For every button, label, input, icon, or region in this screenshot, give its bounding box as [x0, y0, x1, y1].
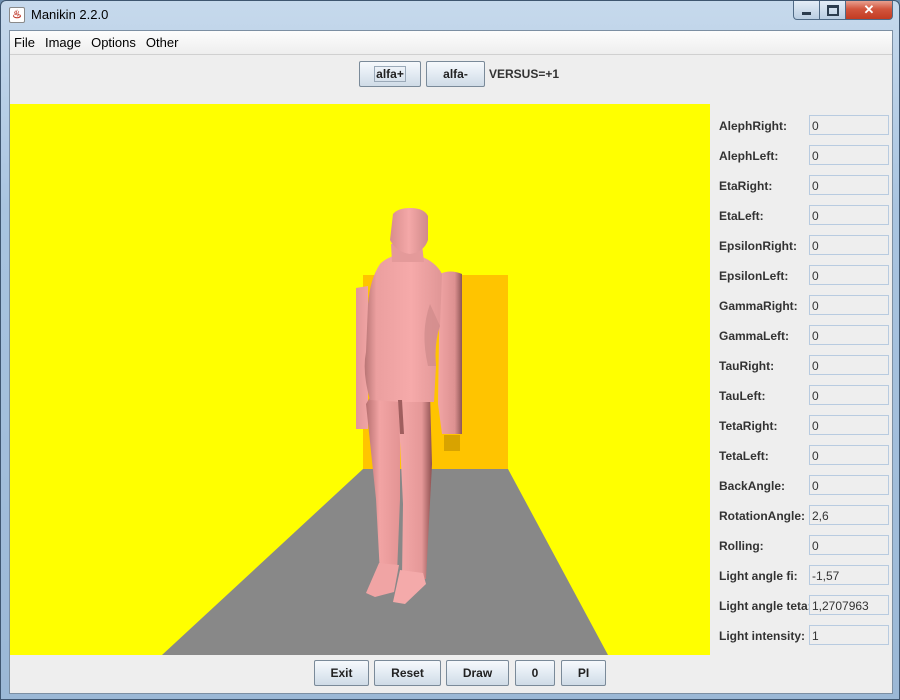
- alfa-plus-label: alfa+: [374, 66, 406, 82]
- param-label: TauLeft:: [719, 389, 766, 403]
- teta-left-field[interactable]: 0: [809, 445, 889, 465]
- param-row-light-angle-fi: Light angle fi: -1,57: [710, 565, 892, 585]
- java-cup-icon: ♨: [9, 7, 25, 23]
- back-angle-field[interactable]: 0: [809, 475, 889, 495]
- maximize-icon: [826, 4, 839, 16]
- param-row-rolling: Rolling: 0: [710, 535, 892, 555]
- param-row-tau-left: TauLeft: 0: [710, 385, 892, 405]
- figure-shadow: [444, 435, 460, 451]
- teta-right-field[interactable]: 0: [809, 415, 889, 435]
- param-label: RotationAngle:: [719, 509, 805, 523]
- aleph-left-field[interactable]: 0: [809, 145, 889, 165]
- menu-other[interactable]: Other: [142, 35, 185, 50]
- tau-right-field[interactable]: 0: [809, 355, 889, 375]
- param-label: BackAngle:: [719, 479, 786, 493]
- param-label: AlephRight:: [719, 119, 787, 133]
- param-label: Rolling:: [719, 539, 764, 553]
- close-button[interactable]: ✕: [846, 1, 893, 20]
- param-row-aleph-left: AlephLeft: 0: [710, 145, 892, 165]
- eta-left-field[interactable]: 0: [809, 205, 889, 225]
- bottom-button-bar: Exit Reset Draw 0 PI: [10, 658, 892, 688]
- param-row-rotation-angle: RotationAngle: 2,6: [710, 505, 892, 525]
- draw-button[interactable]: Draw: [446, 660, 509, 686]
- client-area: File Image Options Other alfa+ alfa- VER…: [9, 30, 893, 694]
- param-row-gamma-left: GammaLeft: 0: [710, 325, 892, 345]
- alfa-plus-button[interactable]: alfa+: [359, 61, 421, 87]
- param-label: EpsilonLeft:: [719, 269, 789, 283]
- minimize-button[interactable]: [793, 1, 820, 20]
- param-row-tau-right: TauRight: 0: [710, 355, 892, 375]
- parameters-panel: AlephRight: 0 AlephLeft: 0 EtaRight: 0 EtaL…: [710, 104, 892, 655]
- figure-right-arm: [438, 271, 462, 434]
- param-row-back-angle: BackAngle: 0: [710, 475, 892, 495]
- window-title: Manikin 2.2.0: [31, 7, 109, 22]
- epsilon-left-field[interactable]: 0: [809, 265, 889, 285]
- rolling-field[interactable]: 0: [809, 535, 889, 555]
- param-row-teta-left: TetaLeft: 0: [710, 445, 892, 465]
- menu-image[interactable]: Image: [41, 35, 87, 50]
- param-row-light-intensity: Light intensity: 1: [710, 625, 892, 645]
- param-label: Light angle fi:: [719, 569, 798, 583]
- menu-file[interactable]: File: [10, 35, 41, 50]
- param-row-eta-right: EtaRight: 0: [710, 175, 892, 195]
- zero-button[interactable]: 0: [515, 660, 555, 686]
- maximize-button[interactable]: [820, 1, 846, 20]
- param-label: AlephLeft:: [719, 149, 779, 163]
- scene-svg: [162, 208, 608, 655]
- param-row-epsilon-right: EpsilonRight: 0: [710, 235, 892, 255]
- epsilon-right-field[interactable]: 0: [809, 235, 889, 255]
- toolbar: alfa+ alfa- VERSUS=+1: [10, 61, 892, 87]
- param-label: EtaRight:: [719, 179, 773, 193]
- param-row-light-angle-teta: Light angle teta: 1,2707963: [710, 595, 892, 615]
- param-label: TetaRight:: [719, 419, 778, 433]
- app-window: ♨ Manikin 2.2.0 ✕ File Image Options Oth…: [0, 0, 900, 700]
- param-label: GammaRight:: [719, 299, 798, 313]
- light-intensity-field[interactable]: 1: [809, 625, 889, 645]
- param-row-teta-right: TetaRight: 0: [710, 415, 892, 435]
- figure-head: [390, 208, 428, 254]
- param-label: EtaLeft:: [719, 209, 764, 223]
- reset-button[interactable]: Reset: [374, 660, 441, 686]
- gamma-right-field[interactable]: 0: [809, 295, 889, 315]
- aleph-right-field[interactable]: 0: [809, 115, 889, 135]
- alfa-minus-button[interactable]: alfa-: [426, 61, 485, 87]
- param-row-epsilon-left: EpsilonLeft: 0: [710, 265, 892, 285]
- rotation-angle-field[interactable]: 2,6: [809, 505, 889, 525]
- param-label: TetaLeft:: [719, 449, 769, 463]
- param-label: Light intensity:: [719, 629, 805, 643]
- param-label: EpsilonRight:: [719, 239, 797, 253]
- tau-left-field[interactable]: 0: [809, 385, 889, 405]
- pi-button[interactable]: PI: [561, 660, 606, 686]
- versus-label: VERSUS=+1: [489, 67, 560, 81]
- menu-bar: File Image Options Other: [10, 31, 892, 55]
- eta-right-field[interactable]: 0: [809, 175, 889, 195]
- gamma-left-field[interactable]: 0: [809, 325, 889, 345]
- light-angle-fi-field[interactable]: -1,57: [809, 565, 889, 585]
- exit-button[interactable]: Exit: [314, 660, 369, 686]
- minimize-icon: [802, 11, 811, 15]
- param-label: Light angle teta:: [719, 599, 812, 613]
- param-row-eta-left: EtaLeft: 0: [710, 205, 892, 225]
- param-row-gamma-right: GammaRight: 0: [710, 295, 892, 315]
- param-label: TauRight:: [719, 359, 775, 373]
- scene-canvas[interactable]: [10, 104, 710, 655]
- menu-options[interactable]: Options: [87, 35, 142, 50]
- window-controls: ✕: [793, 1, 893, 21]
- light-angle-teta-field[interactable]: 1,2707963: [809, 595, 889, 615]
- title-bar[interactable]: ♨ Manikin 2.2.0 ✕: [1, 1, 899, 29]
- close-icon: ✕: [863, 2, 875, 17]
- param-label: GammaLeft:: [719, 329, 790, 343]
- param-row-aleph-right: AlephRight: 0: [710, 115, 892, 135]
